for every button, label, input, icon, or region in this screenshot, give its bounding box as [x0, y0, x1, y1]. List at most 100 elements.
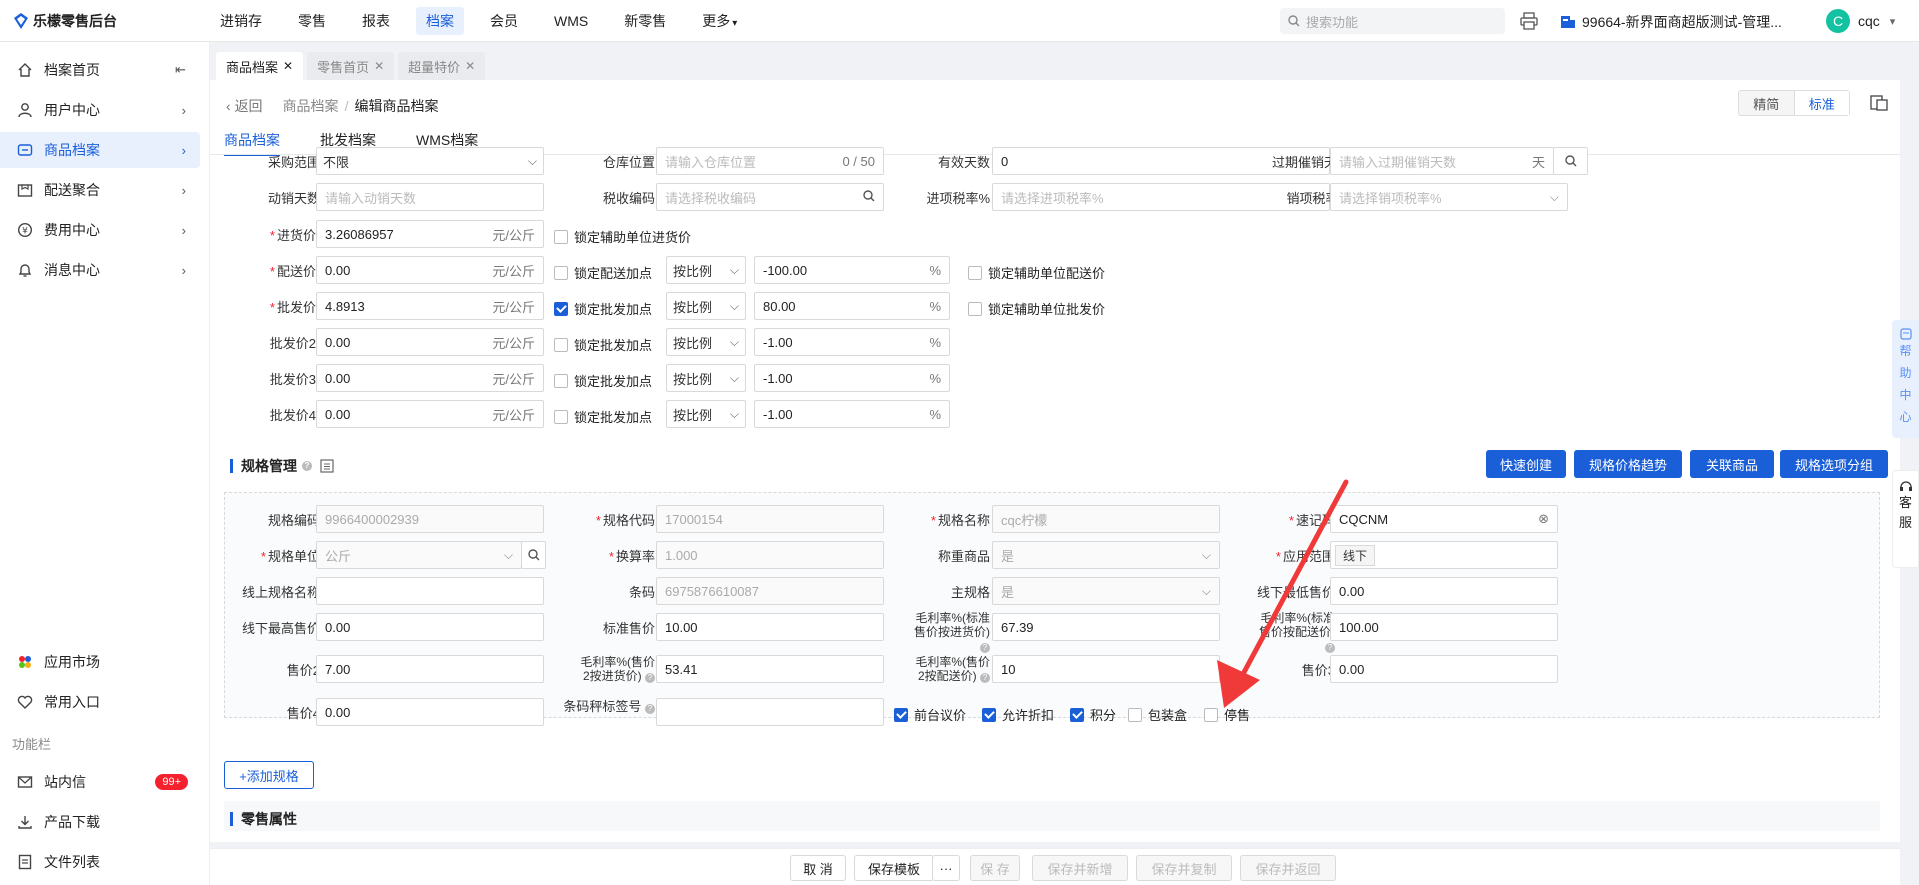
- standard-price-input[interactable]: 10.00: [656, 613, 884, 641]
- aux-unit-lock-checkbox[interactable]: 锁定辅助单位批发价: [968, 299, 1105, 318]
- markup-percent-input[interactable]: -100.00%: [754, 256, 950, 284]
- spec-price-trend-button[interactable]: 规格价格趋势: [1574, 450, 1682, 478]
- barcode-input[interactable]: 6975876610087: [656, 577, 884, 605]
- stop-sale-checkbox[interactable]: 停售: [1204, 705, 1250, 724]
- nav-item-reports[interactable]: 报表: [352, 7, 400, 35]
- sidebar-item-downloads[interactable]: 产品下载: [0, 804, 200, 840]
- tab-special-price[interactable]: 超量特价 ✕: [398, 52, 486, 80]
- margin2-purchase-input[interactable]: 53.41: [656, 655, 884, 683]
- price-input[interactable]: 0.00 元/公斤: [316, 256, 544, 284]
- weigh-product-select[interactable]: 是 ⌵: [992, 541, 1220, 569]
- spec-code-input[interactable]: 9966400002939: [316, 505, 544, 533]
- sidebar-item-expense[interactable]: ¥ 费用中心 ›: [0, 212, 200, 248]
- search-icon[interactable]: [857, 189, 875, 205]
- clear-icon[interactable]: ⊗: [1532, 511, 1549, 527]
- margin-delivery-input[interactable]: 100.00: [1330, 613, 1558, 641]
- expire-days-input[interactable]: 请输入过期催销天数 天: [1330, 147, 1554, 175]
- spec-name-input[interactable]: cqc柠檬: [992, 505, 1220, 533]
- ratio-select[interactable]: 按比例 ⌵: [666, 364, 746, 392]
- price3-input[interactable]: 0.00: [1330, 655, 1558, 683]
- nav-item-inventory[interactable]: 进销存: [210, 7, 272, 35]
- expire-search-button[interactable]: [1553, 147, 1588, 175]
- help-center-button[interactable]: 帮 助 中 心: [1892, 320, 1919, 438]
- allow-discount-checkbox[interactable]: 允许折扣: [982, 705, 1054, 724]
- sidebar-item-user-center[interactable]: 用户中心 ›: [0, 92, 200, 128]
- unit-search-button[interactable]: [521, 541, 546, 569]
- sidebar-item-product-archive[interactable]: 商品档案 ›: [0, 132, 200, 168]
- price-input[interactable]: 3.26086957 元/公斤: [316, 220, 544, 248]
- sidebar-item-favorites[interactable]: 常用入口: [0, 684, 200, 720]
- sidebar-item-delivery[interactable]: 配送聚合 ›: [0, 172, 200, 208]
- lock-checkbox[interactable]: 锁定批发加点: [554, 299, 652, 318]
- nav-item-retail[interactable]: 零售: [288, 7, 336, 35]
- help-icon[interactable]: ?: [645, 704, 655, 714]
- ratio-select[interactable]: 按比例 ⌵: [666, 328, 746, 356]
- conversion-rate-input[interactable]: 1.000: [656, 541, 884, 569]
- user-menu[interactable]: C cqc ▾: [1826, 9, 1895, 33]
- move-days-input[interactable]: 请输入动销天数: [316, 183, 544, 211]
- save-button[interactable]: 保 存: [970, 855, 1020, 881]
- margin-purchase-input[interactable]: 67.39: [992, 613, 1220, 641]
- markup-percent-input[interactable]: -1.00%: [754, 328, 950, 356]
- apply-scope-input[interactable]: 线下: [1330, 541, 1558, 569]
- lock-checkbox[interactable]: 锁定辅助单位进货价: [554, 227, 691, 246]
- tab-retail-home[interactable]: 零售首页 ✕: [307, 52, 395, 80]
- mode-simple[interactable]: 精简: [1739, 91, 1794, 115]
- price-input[interactable]: 0.00 元/公斤: [316, 328, 544, 356]
- online-spec-name-input[interactable]: [316, 577, 544, 605]
- sidebar-item-app-market[interactable]: 应用市场: [0, 644, 200, 680]
- output-tax-select[interactable]: 请选择销项税率% ⌵: [1330, 183, 1568, 211]
- sidebar-item-files[interactable]: 文件列表: [0, 844, 200, 880]
- markup-percent-input[interactable]: -1.00%: [754, 400, 950, 428]
- customer-service-button[interactable]: 客 服: [1892, 470, 1919, 568]
- quick-code-input[interactable]: CQCNM ⊗: [1330, 505, 1558, 533]
- price2-input[interactable]: 7.00: [316, 655, 544, 683]
- save-and-return-button[interactable]: 保存并返回: [1240, 855, 1336, 881]
- packaging-box-checkbox[interactable]: 包装盒: [1128, 705, 1187, 724]
- tax-code-input[interactable]: 请选择税收编码: [656, 183, 884, 211]
- main-spec-select[interactable]: 是 ⌵: [992, 577, 1220, 605]
- close-icon[interactable]: ✕: [374, 59, 384, 73]
- margin2-delivery-input[interactable]: 10: [992, 655, 1220, 683]
- related-products-button[interactable]: 关联商品: [1690, 450, 1774, 478]
- printer-icon[interactable]: [1520, 12, 1538, 30]
- layout-settings-icon[interactable]: [1870, 95, 1888, 111]
- quick-create-button[interactable]: 快速创建: [1486, 450, 1566, 478]
- scope-tag[interactable]: 线下: [1335, 544, 1376, 566]
- tab-product-archive[interactable]: 商品档案 ✕: [216, 52, 304, 80]
- spec-option-group-button[interactable]: 规格选项分组: [1780, 450, 1888, 478]
- spec-short-code-input[interactable]: 17000154: [656, 505, 884, 533]
- more-options-button[interactable]: ···: [932, 855, 960, 881]
- warehouse-input[interactable]: 请输入仓库位置 0 / 50: [656, 147, 884, 175]
- points-checkbox[interactable]: 积分: [1070, 705, 1116, 724]
- sidebar-item-messages[interactable]: 消息中心 ›: [0, 252, 200, 288]
- save-and-copy-button[interactable]: 保存并复制: [1136, 855, 1232, 881]
- lock-checkbox[interactable]: 锁定批发加点: [554, 407, 652, 426]
- save-template-button[interactable]: 保存模板: [854, 855, 934, 881]
- help-icon[interactable]: ?: [980, 643, 990, 653]
- lock-checkbox[interactable]: 锁定批发加点: [554, 335, 652, 354]
- lock-checkbox[interactable]: 锁定批发加点: [554, 371, 652, 390]
- mode-standard[interactable]: 标准: [1793, 91, 1849, 115]
- close-icon[interactable]: ✕: [283, 59, 293, 73]
- offline-max-price-input[interactable]: 0.00: [316, 613, 544, 641]
- ratio-select[interactable]: 按比例 ⌵: [666, 292, 746, 320]
- search-box[interactable]: 搜索功能: [1280, 8, 1505, 34]
- allow-bargain-checkbox[interactable]: 前台议价: [894, 705, 966, 724]
- list-icon[interactable]: [320, 459, 334, 473]
- nav-item-more[interactable]: 更多: [692, 7, 747, 35]
- close-icon[interactable]: ✕: [465, 59, 475, 73]
- markup-percent-input[interactable]: 80.00%: [754, 292, 950, 320]
- help-icon[interactable]: ?: [1325, 643, 1335, 653]
- breadcrumb-parent[interactable]: 商品档案: [283, 96, 339, 116]
- markup-percent-input[interactable]: -1.00%: [754, 364, 950, 392]
- ratio-select[interactable]: 按比例 ⌵: [666, 256, 746, 284]
- spec-unit-select[interactable]: 公斤 ⌵: [316, 541, 522, 569]
- purchase-scope-select[interactable]: 不限 ⌵: [316, 147, 544, 175]
- nav-item-members[interactable]: 会员: [480, 7, 528, 35]
- help-icon[interactable]: ?: [645, 673, 655, 683]
- collapse-sidebar-icon[interactable]: ⇤: [175, 62, 186, 78]
- scale-label-no-input[interactable]: [656, 698, 884, 726]
- price4-input[interactable]: 0.00: [316, 698, 544, 726]
- cancel-button[interactable]: 取 消: [790, 855, 846, 881]
